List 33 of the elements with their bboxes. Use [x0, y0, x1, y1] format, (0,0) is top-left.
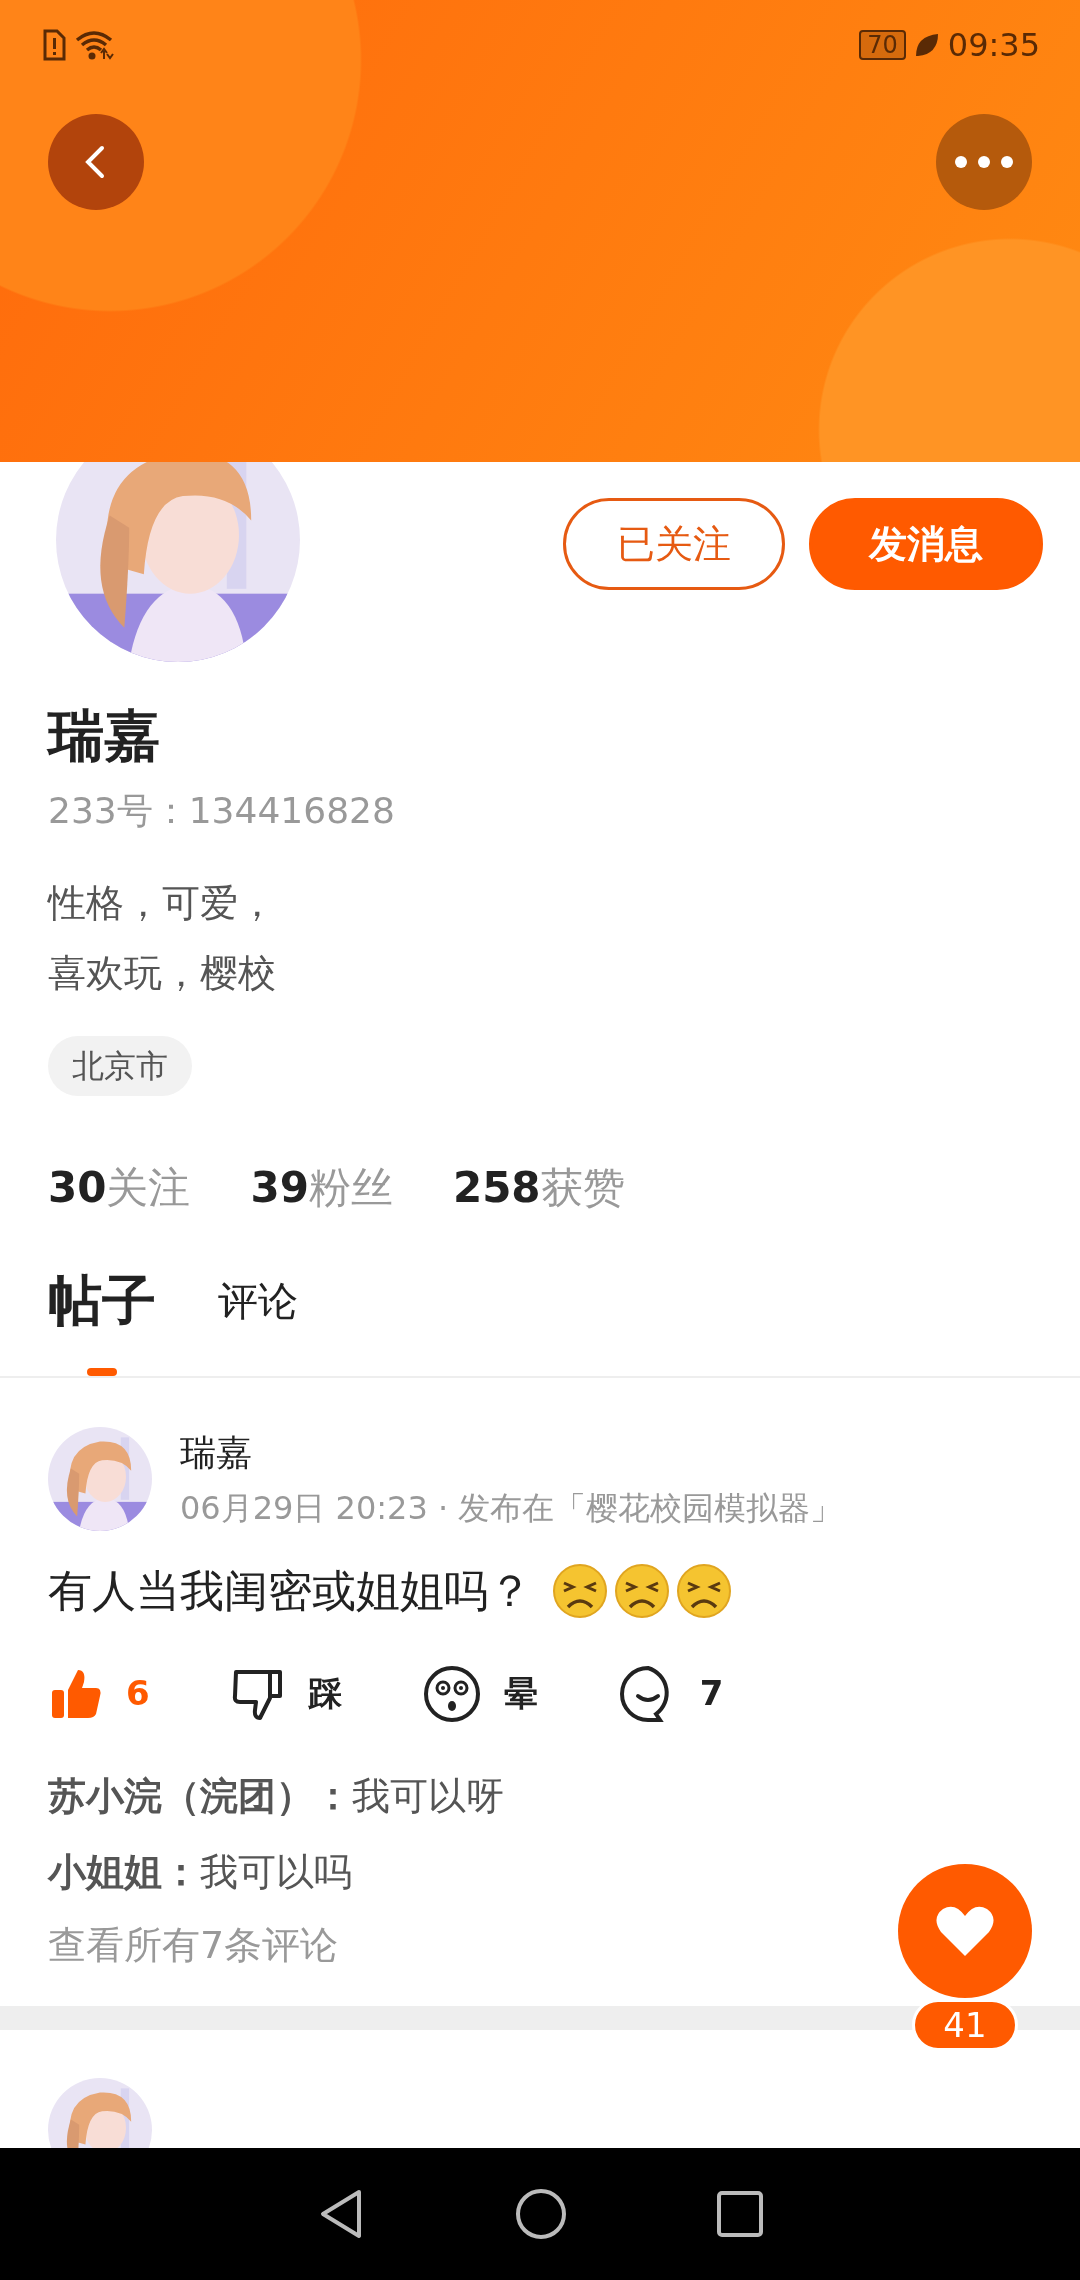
persevering-face-icon [676, 1562, 732, 1619]
dizzy-face-icon [421, 1663, 482, 1724]
following-button[interactable]: 已关注 [563, 498, 785, 590]
status-time: 09:35 [947, 25, 1040, 66]
sim-alert-icon [42, 29, 66, 61]
author-name: 瑞嘉 [180, 1430, 253, 1475]
persevering-face-icon [614, 1562, 670, 1619]
stat-item[interactable]: 30关注 [48, 1156, 191, 1219]
wifi-icon [74, 29, 114, 61]
recents-nav-icon[interactable] [717, 2191, 763, 2237]
post-text: 有人当我闺密或姐姐吗？ [48, 1563, 532, 1618]
bio-line: 喜欢玩，樱校 [48, 950, 277, 997]
leaf-icon [913, 32, 940, 58]
heart-icon [935, 1904, 995, 1958]
comment-text: 小姐姐：我可以吗 [48, 1848, 353, 1896]
comment-button[interactable]: 7 [617, 1663, 724, 1724]
dizzy-button[interactable]: 晕 [421, 1663, 538, 1724]
persevering-face-icon [552, 1562, 608, 1619]
battery-level: 70 [859, 30, 906, 60]
home-nav-icon[interactable] [515, 2188, 567, 2240]
tab[interactable]: 评论 [218, 1277, 298, 1368]
bio-line: 性格，可爱， [48, 880, 277, 927]
dislike-button[interactable]: 踩 [229, 1663, 342, 1724]
favorite-count: 41 [912, 1999, 1018, 2051]
more-icon [954, 155, 1014, 169]
comment-text: 苏小浣（浣团）：我可以呀 [48, 1772, 505, 1820]
user-id: 233号：134416828 [48, 789, 396, 833]
stat-item[interactable]: 39粉丝 [250, 1156, 393, 1219]
location-tag: 北京市 [48, 1036, 192, 1096]
stat-item[interactable]: 258获赞 [452, 1156, 625, 1219]
tab[interactable]: 帖子 [48, 1269, 156, 1376]
profile-name: 瑞嘉 [48, 702, 161, 770]
post-meta: 06月29日 20:23 · 发布在「樱花校园模拟器」 [180, 1487, 843, 1529]
